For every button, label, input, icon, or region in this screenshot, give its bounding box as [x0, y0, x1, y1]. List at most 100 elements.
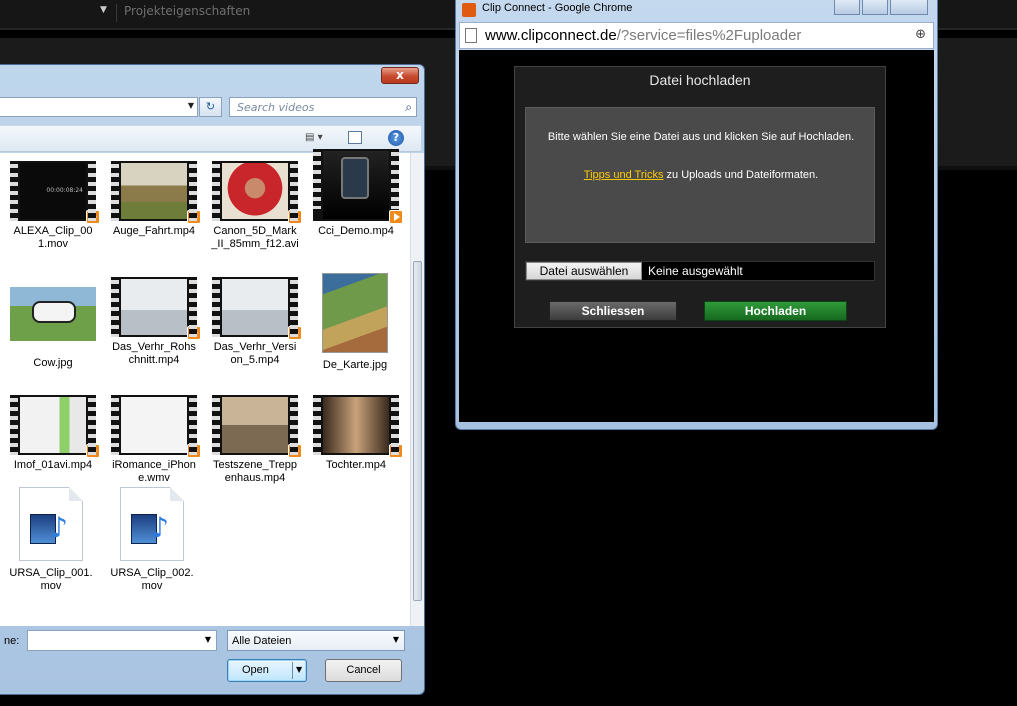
dropdown-arrow-icon[interactable]: ▼ — [100, 5, 107, 15]
dialog-footer: ne: ▼ Alle Dateien ▼ Open ▼ Cancel — [0, 626, 421, 696]
tips-link[interactable]: Tipps und Tricks — [584, 169, 664, 181]
close-button[interactable] — [890, 0, 928, 15]
file-name: Canon_5D_Mark_II_85mm_f12.avi — [211, 225, 299, 250]
change-view-button[interactable]: ▤ ▾ — [305, 132, 323, 143]
clipconnect-logo-icon — [462, 3, 476, 17]
url-text: www.clipconnect.de/?service=files%2Fuplo… — [485, 27, 801, 44]
file-type-select[interactable]: Alle Dateien ▼ — [227, 630, 405, 651]
file-item-iromance-iphone[interactable]: iRomance_iPhone.wmv — [108, 395, 201, 485]
maximize-button[interactable] — [862, 0, 888, 15]
file-name: Auge_Fahrt.mp4 — [113, 225, 195, 237]
dialog-toolbar: ▤ ▾ ? — [0, 125, 421, 152]
tips-text: zu Uploads und Dateiformaten. — [666, 169, 819, 181]
address-bar[interactable]: ▼ — [0, 97, 198, 117]
video-thumbnail — [212, 395, 302, 458]
file-item-cci-demo[interactable]: Cci_Demo.mp4 — [310, 149, 403, 238]
split-divider — [292, 662, 293, 679]
chevron-down-icon: ▼ — [392, 635, 399, 644]
file-item-ursa-clip-002[interactable]: ♪ URSA_Clip_002.mov — [106, 485, 198, 593]
choose-file-button[interactable]: Datei auswählen — [526, 262, 642, 280]
tips-line: Tipps und Tricks zu Uploads und Dateifor… — [526, 169, 876, 181]
url-bar[interactable]: www.clipconnect.de/?service=files%2Fuplo… — [459, 22, 934, 49]
video-thumbnail — [111, 161, 201, 224]
filename-input[interactable]: ▼ — [27, 630, 217, 651]
play-badge-icon — [86, 444, 100, 458]
file-item-de-karte[interactable]: De_Karte.jpg — [318, 273, 392, 372]
minimize-button[interactable] — [834, 0, 860, 15]
file-item-cow[interactable]: Cow.jpg — [7, 281, 99, 370]
play-badge-icon — [389, 210, 403, 224]
scrollbar-thumb[interactable] — [413, 261, 422, 601]
toolbar-separator — [116, 4, 117, 22]
file-name: iRomance_iPhone.wmv — [112, 459, 196, 484]
file-item-das-verhr-version-5[interactable]: Das_Verhr_Version_5.mp4 — [209, 277, 302, 367]
window-controls — [834, 0, 929, 16]
upload-button[interactable]: Hochladen — [704, 301, 847, 321]
file-name: De_Karte.jpg — [322, 359, 388, 371]
chevron-down-icon[interactable]: ▼ — [188, 101, 194, 110]
search-icon[interactable]: ⌕ — [405, 100, 412, 115]
upload-info-box: Bitte wählen Sie eine Datei aus und klic… — [525, 107, 875, 243]
upload-instructions: Bitte wählen Sie eine Datei aus und klic… — [547, 131, 855, 143]
play-badge-icon — [288, 326, 302, 340]
file-name: URSA_Clip_001.mov — [9, 567, 93, 592]
file-chooser: Datei auswählen Keine ausgewählt — [525, 261, 875, 281]
video-thumbnail: 00:00:08:24 — [10, 161, 100, 224]
search-placeholder: Search videos — [237, 101, 315, 114]
upload-dialog-title: Datei hochladen — [649, 72, 751, 88]
play-badge-icon — [389, 444, 403, 458]
file-name: Das_Verhr_Version_5.mp4 — [213, 341, 297, 366]
video-thumbnail — [313, 149, 403, 224]
file-name: Tochter.mp4 — [326, 459, 386, 471]
file-item-alexa-clip-001[interactable]: 00:00:08:24 ALEXA_Clip_001.mov — [7, 161, 100, 251]
file-item-ursa-clip-001[interactable]: ♪ URSA_Clip_001.mov — [5, 485, 97, 593]
address-search-row: ▼ ↻ Search videos ⌕ — [0, 95, 420, 119]
page-content: Datei hochladen Bitte wählen Sie eine Da… — [459, 50, 934, 422]
preview-pane-icon[interactable] — [348, 131, 362, 144]
open-options-arrow-icon[interactable]: ▼ — [296, 665, 302, 674]
cancel-button[interactable]: Cancel — [325, 659, 402, 682]
file-item-tochter[interactable]: Tochter.mp4 — [310, 395, 403, 472]
vertical-scrollbar[interactable] — [410, 153, 424, 626]
dialog-close-button[interactable]: x — [381, 67, 419, 84]
video-thumbnail — [111, 395, 201, 458]
file-name: Das_Verhr_Rohschnitt.mp4 — [112, 341, 196, 366]
video-thumbnail — [10, 395, 100, 458]
zoom-icon[interactable]: ⊕ — [915, 27, 926, 42]
file-name: Cci_Demo.mp4 — [318, 225, 394, 237]
file-item-canon-5d[interactable]: Canon_5D_Mark_II_85mm_f12.avi — [209, 161, 302, 251]
play-badge-icon — [288, 210, 302, 224]
play-badge-icon — [288, 444, 302, 458]
file-item-das-verhr-rohschnitt[interactable]: Das_Verhr_Rohschnitt.mp4 — [108, 277, 201, 367]
video-thumbnail — [313, 395, 403, 458]
close-upload-button[interactable]: Schliessen — [549, 301, 677, 321]
play-badge-icon — [187, 210, 201, 224]
refresh-button[interactable]: ↻ — [199, 97, 222, 117]
play-badge-icon — [187, 326, 201, 340]
video-thumbnail — [212, 161, 302, 224]
file-name: Imof_01avi.mp4 — [13, 459, 93, 471]
file-name: Cow.jpg — [33, 357, 73, 369]
file-name: Testszene_Treppenhaus.mp4 — [213, 459, 297, 484]
open-button-label: Open — [242, 664, 269, 676]
chrome-popup-window: Clip Connect - Google Chrome www.clipcon… — [455, 0, 938, 430]
url-path: /?service=files%2Fuploader — [616, 27, 802, 44]
video-thumbnail — [212, 277, 302, 340]
project-properties-tab[interactable]: Projekteigenschaften — [124, 4, 250, 18]
file-list: 00:00:08:24 ALEXA_Clip_001.mov Auge_Fahr… — [0, 149, 410, 626]
file-item-testszene-treppenhaus[interactable]: Testszene_Treppenhaus.mp4 — [209, 395, 302, 485]
file-item-auge-fahrt[interactable]: Auge_Fahrt.mp4 — [108, 161, 201, 238]
file-item-imof-01avi[interactable]: Imof_01avi.mp4 — [7, 395, 100, 472]
media-file-icon: ♪ — [120, 487, 184, 561]
file-type-value: Alle Dateien — [232, 635, 292, 647]
video-thumbnail — [111, 277, 201, 340]
no-file-selected-text: Keine ausgewählt — [648, 264, 743, 278]
page-icon — [465, 28, 477, 43]
file-name: ALEXA_Clip_001.mov — [13, 225, 93, 250]
url-domain: www.clipconnect.de — [485, 27, 617, 44]
chevron-down-icon[interactable]: ▼ — [205, 635, 211, 644]
play-badge-icon — [187, 444, 201, 458]
help-icon[interactable]: ? — [388, 130, 404, 146]
open-button[interactable]: Open ▼ — [227, 659, 307, 682]
search-input[interactable]: Search videos ⌕ — [229, 97, 417, 117]
